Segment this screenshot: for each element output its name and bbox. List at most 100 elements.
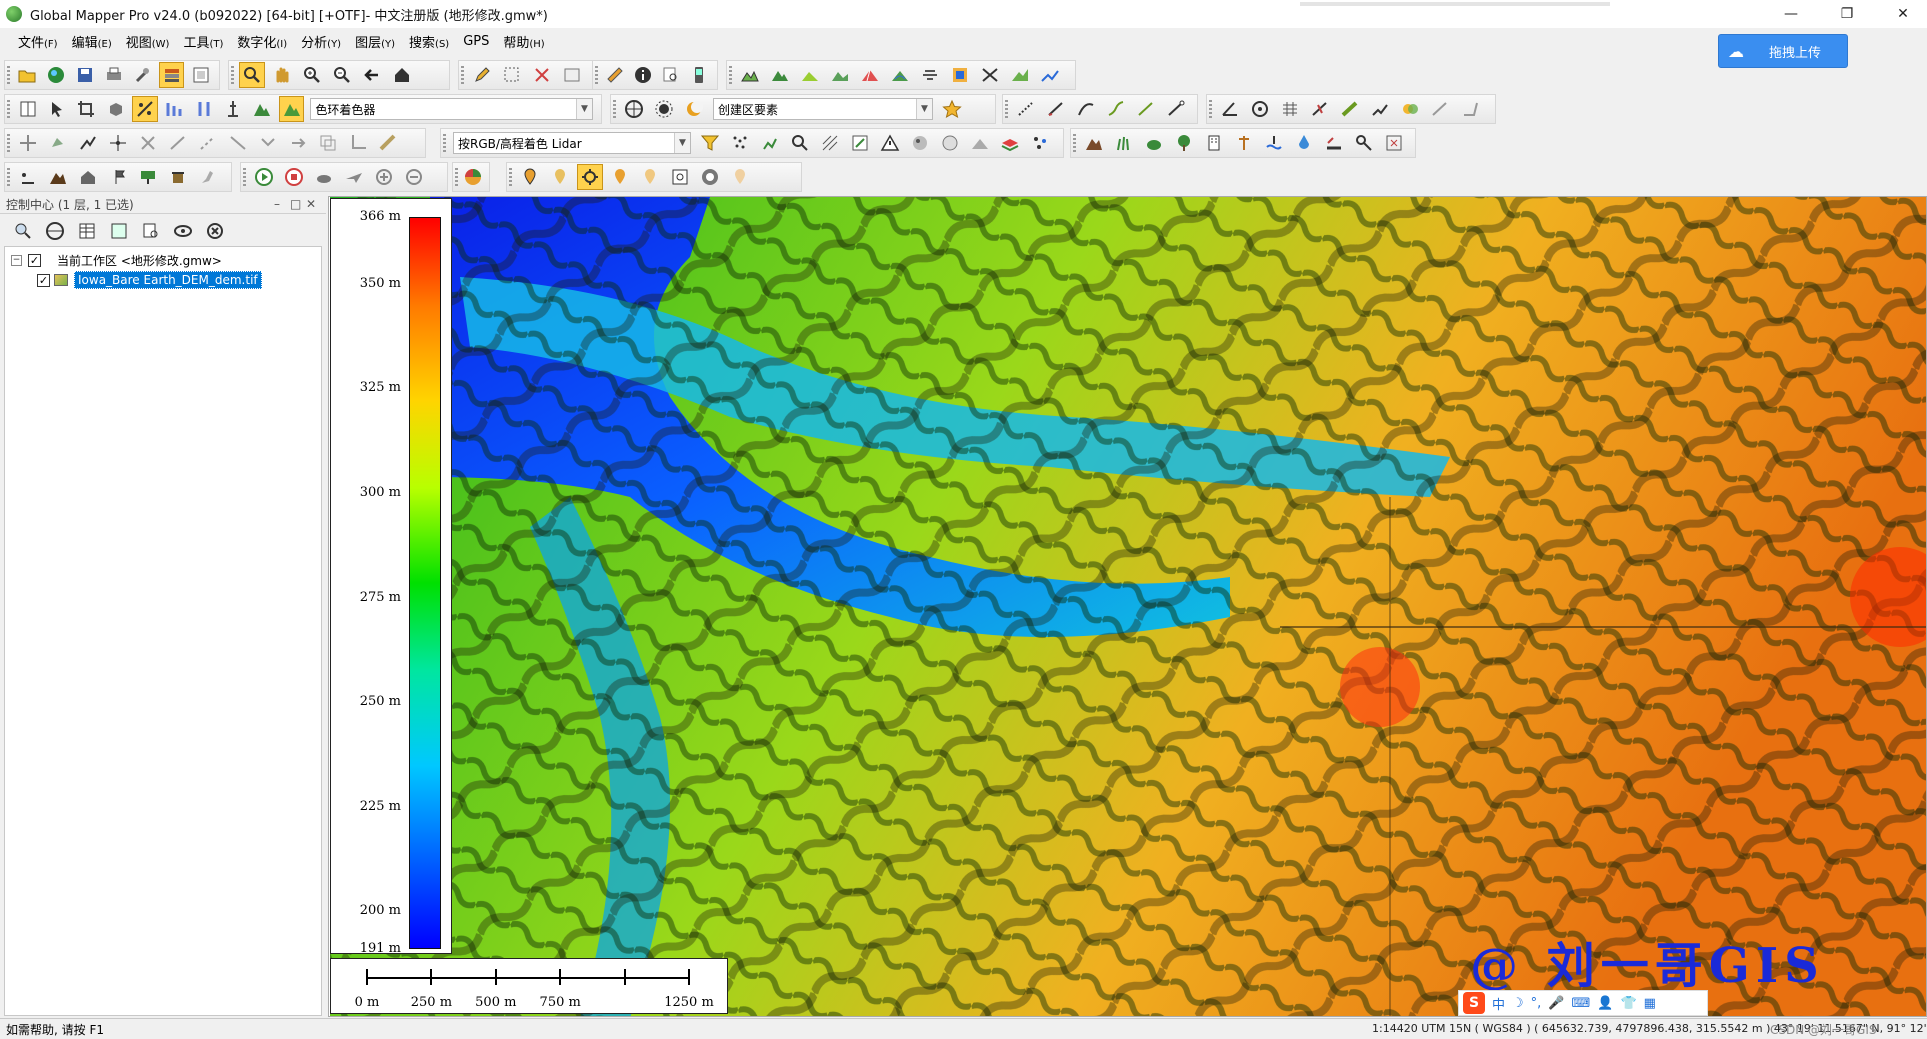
bucket-icon[interactable] — [165, 164, 191, 190]
float-panel-icon[interactable]: □ — [290, 197, 301, 211]
compass-icon[interactable] — [697, 164, 723, 190]
globe-grid-icon[interactable] — [621, 96, 647, 122]
noise-filter-icon[interactable] — [937, 130, 963, 156]
hatch-icon[interactable] — [817, 130, 843, 156]
node-edit-icon[interactable] — [75, 130, 101, 156]
lidar-search-icon[interactable] — [787, 130, 813, 156]
line-dots-icon[interactable] — [1013, 96, 1039, 122]
add-vertex-icon[interactable] — [165, 130, 191, 156]
crop-feature-icon[interactable] — [345, 130, 371, 156]
delete-vertex-icon[interactable] — [135, 130, 161, 156]
point-cloud-icon[interactable] — [727, 130, 753, 156]
menu-layer[interactable]: 图层(Y) — [355, 32, 395, 51]
wrench-icon[interactable] — [130, 62, 155, 88]
line-edit-icon[interactable] — [1133, 96, 1159, 122]
home-icon[interactable] — [389, 62, 415, 88]
map-view[interactable] — [328, 196, 1927, 1017]
ime-keyboard-icon[interactable]: ⌨ — [1572, 996, 1591, 1011]
extend-line-icon[interactable] — [195, 130, 221, 156]
close-button[interactable]: ✕ — [1880, 0, 1926, 28]
ime-chinese-mode[interactable]: 中 — [1492, 994, 1505, 1013]
line-pen-icon[interactable] — [1043, 96, 1069, 122]
simplify-icon[interactable] — [1367, 96, 1393, 122]
buffer-icon[interactable] — [1337, 96, 1363, 122]
hillshade-icon[interactable] — [132, 96, 158, 122]
shader-mountain-icon[interactable] — [279, 96, 305, 122]
merge-icon[interactable] — [1397, 96, 1423, 122]
line-node-icon[interactable] — [1163, 96, 1189, 122]
move-icon[interactable] — [15, 130, 41, 156]
bush-icon[interactable] — [1141, 130, 1167, 156]
metadata-icon[interactable] — [138, 218, 164, 244]
close-layers-icon[interactable] — [202, 218, 228, 244]
close-panel-icon[interactable]: ✕ — [306, 197, 316, 211]
collapse-icon[interactable]: − — [11, 254, 22, 266]
color-wheel-icon[interactable] — [463, 164, 483, 190]
star-icon[interactable] — [939, 96, 965, 122]
angle-icon[interactable] — [1217, 96, 1243, 122]
sun-settings-icon[interactable] — [651, 96, 677, 122]
cut-fill-icon[interactable] — [917, 62, 943, 88]
mountain-icon[interactable] — [767, 62, 793, 88]
menu-gps[interactable]: GPS — [463, 34, 489, 49]
dot-pattern-icon[interactable] — [907, 130, 933, 156]
terrain-profile-icon[interactable] — [737, 62, 763, 88]
sogou-logo-icon[interactable]: S — [1463, 992, 1485, 1014]
attribute-table-icon[interactable] — [74, 218, 100, 244]
vertical-exaggeration-icon[interactable] — [191, 96, 216, 122]
volume-icon[interactable] — [797, 62, 823, 88]
building-icon[interactable] — [1201, 130, 1227, 156]
smooth-line-icon[interactable] — [1103, 96, 1129, 122]
layer-node[interactable]: ✓ Iowa_Bare Earth_DEM_dem.tif — [37, 271, 262, 289]
viewshed-icon[interactable] — [857, 62, 883, 88]
ime-skin-icon[interactable]: 👕 — [1620, 996, 1636, 1011]
menu-tools[interactable]: 工具(T) — [183, 32, 223, 51]
point-layer-icon[interactable] — [15, 164, 41, 190]
pin-disabled-icon[interactable] — [727, 164, 753, 190]
pointer-icon[interactable] — [44, 96, 69, 122]
raster-calc-icon[interactable] — [947, 62, 973, 88]
delete-x-icon[interactable] — [529, 62, 555, 88]
split-view-icon[interactable] — [15, 96, 40, 122]
zoom-out-icon[interactable] — [329, 62, 355, 88]
stop-icon[interactable] — [281, 164, 307, 190]
visibility-eye-icon[interactable] — [170, 218, 196, 244]
workspace-node[interactable]: − ✓ 当前工作区 <地形修改.gmw> — [11, 251, 222, 269]
pan-hand-icon[interactable] — [269, 62, 295, 88]
track-pin-icon[interactable] — [607, 164, 633, 190]
zoom-tool-icon[interactable] — [239, 62, 265, 88]
menu-file[interactable]: 文件(F) — [18, 32, 58, 51]
drop-icon[interactable] — [1291, 130, 1317, 156]
terrain-shader-icon[interactable] — [250, 96, 275, 122]
trim-line-icon[interactable] — [225, 130, 251, 156]
scatter-icon[interactable] — [1027, 130, 1053, 156]
select-box-icon[interactable] — [499, 62, 525, 88]
menu-edit[interactable]: 编辑(E) — [72, 32, 112, 51]
contour-icon[interactable] — [827, 62, 853, 88]
layer-stack-icon[interactable] — [159, 62, 185, 88]
rotate-icon[interactable] — [45, 130, 71, 156]
tower-icon[interactable] — [220, 96, 245, 122]
gps-device-icon[interactable] — [687, 62, 711, 88]
pin-panel-icon[interactable]: – — [274, 197, 280, 211]
reshape-icon[interactable] — [1457, 96, 1483, 122]
shader-select[interactable]: 色环着色器 ▼ — [310, 98, 594, 120]
menu-digitize[interactable]: 数字化(I) — [237, 32, 287, 51]
ime-toolbar[interactable]: S 中 ☽ °, 🎤 ⌨ 👤 👕 ▦ — [1458, 990, 1708, 1016]
gps-center-icon[interactable] — [577, 164, 603, 190]
ime-punctuation-icon[interactable]: °, — [1531, 996, 1542, 1011]
gps-device-target-icon[interactable] — [667, 164, 693, 190]
water-icon[interactable] — [1261, 130, 1287, 156]
properties-icon[interactable] — [559, 62, 585, 88]
grid-edit-icon[interactable] — [1277, 96, 1303, 122]
split-line-icon[interactable] — [1307, 96, 1333, 122]
print-icon[interactable] — [102, 62, 127, 88]
back-arrow-icon[interactable] — [359, 62, 385, 88]
menu-analysis[interactable]: 分析(Y) — [301, 32, 341, 51]
target-icon[interactable] — [1247, 96, 1273, 122]
feature-type-select[interactable]: 创建区要素 ▼ — [713, 98, 933, 120]
menu-help[interactable]: 帮助(H) — [503, 32, 544, 51]
classify-icon[interactable] — [757, 130, 783, 156]
minimize-button[interactable]: — — [1768, 0, 1814, 28]
play-icon[interactable] — [251, 164, 277, 190]
